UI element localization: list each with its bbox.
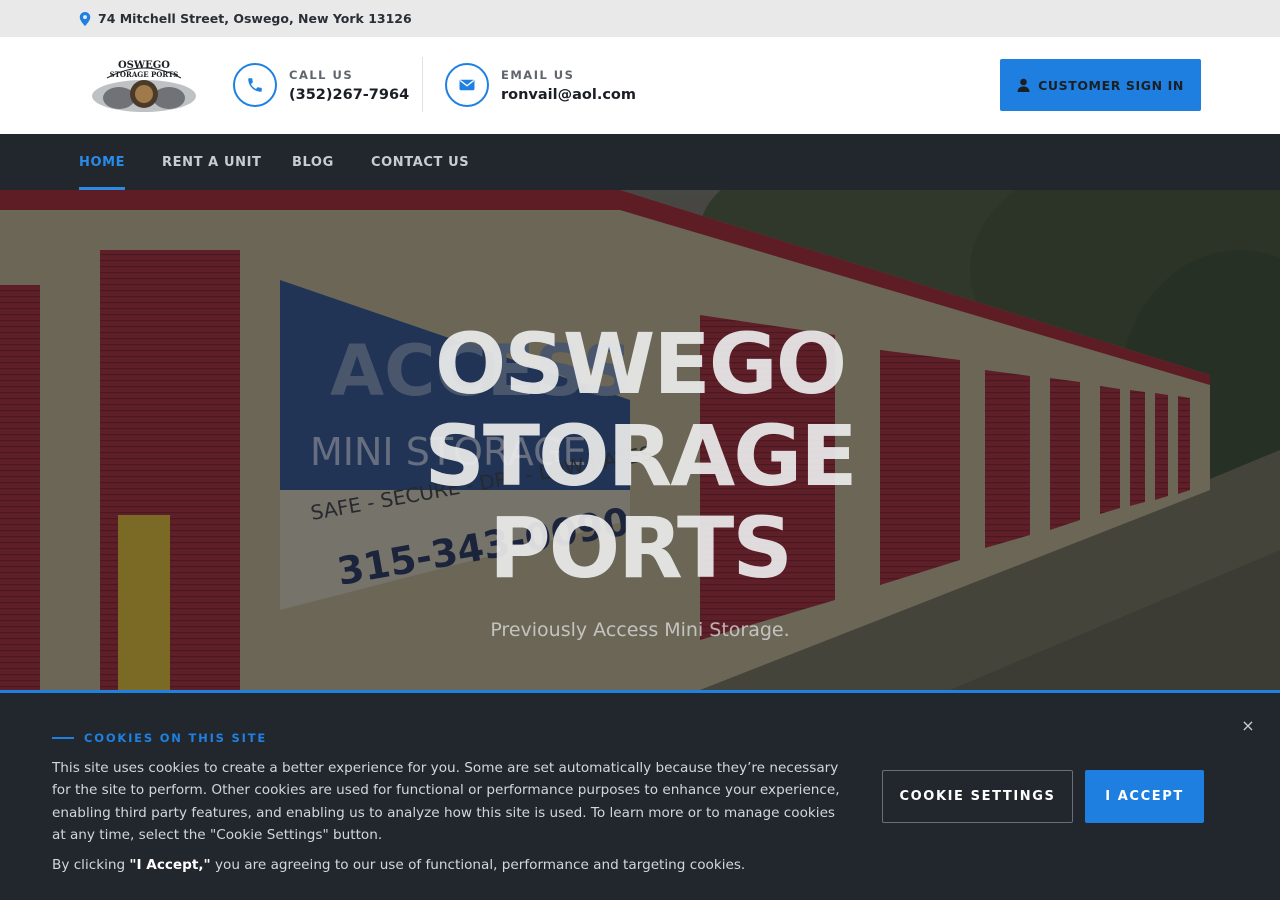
- accept-cookies-button[interactable]: I ACCEPT: [1085, 770, 1204, 823]
- hero-title-line-1: OSWEGO: [434, 315, 847, 413]
- user-icon: [1017, 78, 1030, 92]
- phone-number[interactable]: (352)267-7964: [289, 87, 409, 103]
- close-icon[interactable]: ×: [1238, 715, 1258, 735]
- cookie-banner: COOKIES ON THIS SITE This site uses cook…: [0, 690, 1280, 900]
- heading-accent-line: [52, 737, 74, 739]
- hero-subtitle: Previously Access Mini Storage.: [490, 619, 790, 641]
- top-address-bar: 74 Mitchell Street, Oswego, New York 131…: [0, 0, 1280, 37]
- hero-title-line-2: STORAGE: [424, 407, 857, 505]
- cookie-body-text: This site uses cookies to create a bette…: [52, 760, 840, 844]
- consent-suffix: you are agreeing to our use of functiona…: [210, 857, 746, 873]
- nav-item-rent-a-unit[interactable]: RENT A UNIT: [162, 134, 262, 190]
- nav-item-contact-us[interactable]: CONTACT US: [371, 134, 469, 190]
- site-logo[interactable]: OSWEGO STORAGE PORTS: [89, 56, 199, 114]
- envelope-icon: [445, 63, 489, 107]
- email-us-label: EMAIL US: [501, 67, 575, 82]
- main-nav: HOME RENT A UNIT BLOG CONTACT US: [0, 134, 1280, 190]
- email-us-block[interactable]: EMAIL US ronvail@aol.com: [445, 63, 636, 107]
- phone-icon: [233, 63, 277, 107]
- svg-text:STORAGE PORTS: STORAGE PORTS: [110, 70, 179, 79]
- site-header: OSWEGO STORAGE PORTS CALL US (352)267-79…: [0, 37, 1280, 134]
- cookie-heading-text: COOKIES ON THIS SITE: [84, 731, 268, 745]
- email-address[interactable]: ronvail@aol.com: [501, 87, 636, 103]
- header-divider: [422, 57, 423, 112]
- consent-prefix: By clicking: [52, 857, 130, 873]
- consent-bold: "I Accept,": [129, 857, 211, 873]
- nav-item-home[interactable]: HOME: [79, 134, 126, 190]
- hero-banner: ACCESS MINI STORAGE SAFE - SECURE - DRY …: [0, 190, 1280, 690]
- sign-in-label: CUSTOMER SIGN IN: [1038, 77, 1184, 93]
- nav-item-blog[interactable]: BLOG: [292, 134, 334, 190]
- customer-sign-in-button[interactable]: CUSTOMER SIGN IN: [1000, 59, 1201, 111]
- call-us-block[interactable]: CALL US (352)267-7964: [233, 63, 409, 107]
- address-text: 74 Mitchell Street, Oswego, New York 131…: [98, 11, 412, 26]
- map-pin-icon: [79, 11, 91, 26]
- call-us-label: CALL US: [289, 67, 354, 82]
- cookie-heading: COOKIES ON THIS SITE: [52, 731, 267, 745]
- cookie-consent-text: By clicking "I Accept," you are agreeing…: [52, 854, 852, 876]
- cookie-settings-button[interactable]: COOKIE SETTINGS: [882, 770, 1073, 823]
- hero-title: OSWEGO STORAGE PORTS: [340, 318, 940, 594]
- hero-title-line-3: PORTS: [489, 499, 793, 597]
